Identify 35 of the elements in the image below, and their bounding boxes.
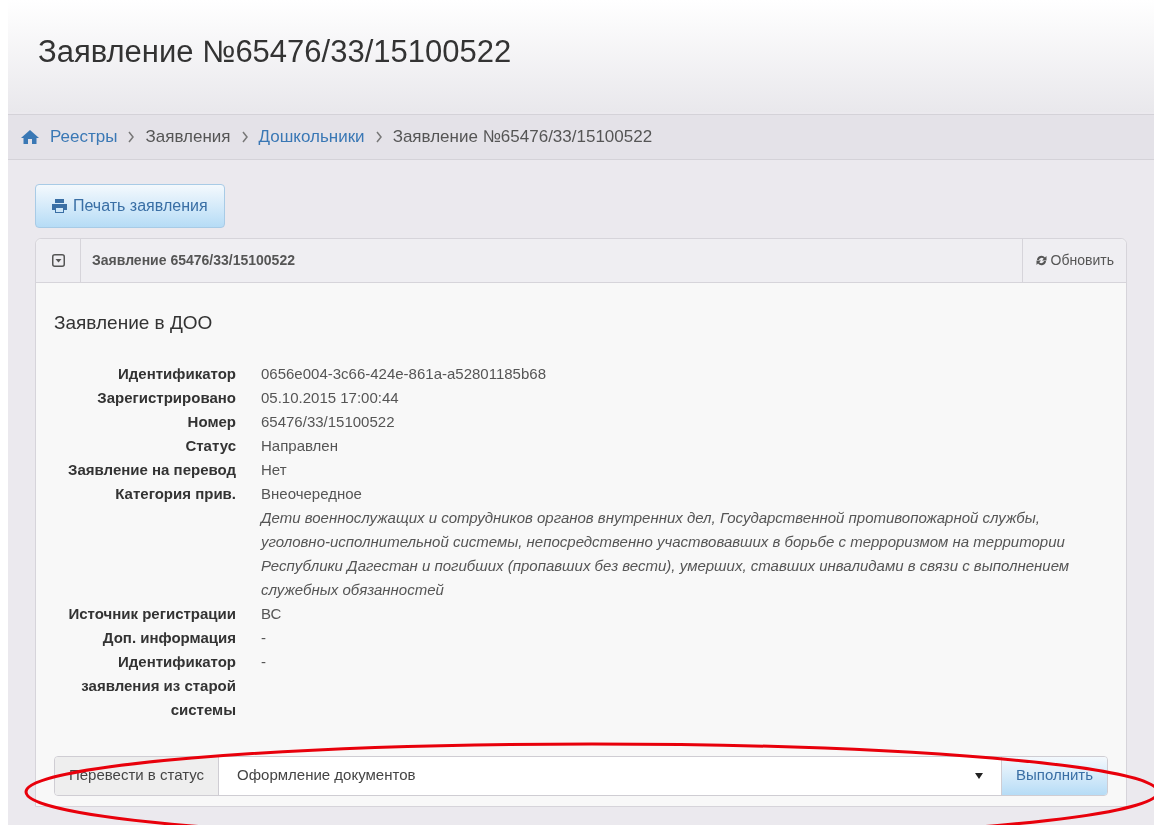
breadcrumb-link[interactable]: Дошкольники bbox=[258, 124, 365, 150]
chevron-icon bbox=[127, 131, 136, 143]
category-description: Дети военнослужащих и сотрудников органов внутренних дел, Государственной противопожарной службы, уголовно-исполнительной системы, непосредственно участвовавших в борьбе с терроризмом на территории Республики Дагестан и погибших (пропавших без вести), умерших, ставших инвалидами в связи с выполнением служебных обязанностей bbox=[261, 507, 1071, 600]
field-value: 05.10.2015 17:00:44 bbox=[261, 387, 399, 408]
section-heading: Заявление в ДОО bbox=[54, 311, 213, 335]
home-icon[interactable] bbox=[20, 129, 40, 145]
field-value: 0656e004-3c66-424e-861a-a52801185b68 bbox=[261, 363, 546, 384]
refresh-button[interactable]: Обновить bbox=[1021, 239, 1126, 282]
panel-title: Заявление 65476/33/15100522 bbox=[91, 251, 296, 270]
field-label: Зарегистрировано bbox=[96, 387, 236, 408]
field-value: 65476/33/15100522 bbox=[261, 411, 395, 432]
field-label: Категория прив. bbox=[114, 483, 236, 504]
field-value: Внеочередное bbox=[261, 483, 362, 504]
field-label: Статус bbox=[184, 435, 236, 456]
field-value: Нет bbox=[261, 459, 287, 480]
print-button[interactable]: Печать заявления bbox=[35, 184, 225, 228]
field-label: Идентификатор заявления из старой системы bbox=[80, 651, 236, 720]
chevron-icon bbox=[374, 131, 383, 143]
collapse-toggle-icon[interactable] bbox=[51, 254, 65, 267]
field-value: - bbox=[261, 651, 266, 672]
breadcrumb-link[interactable]: Реестры bbox=[50, 124, 118, 150]
field-value: ВС bbox=[261, 603, 282, 624]
field-label: Заявление на перевод bbox=[67, 459, 236, 480]
field-label: Доп. информация bbox=[101, 627, 236, 648]
printer-icon bbox=[52, 199, 67, 213]
breadcrumb-item: Заявление №65476/33/15100522 bbox=[392, 126, 653, 149]
field-label: Источник регистрации bbox=[67, 603, 236, 624]
field-value: - bbox=[261, 627, 266, 648]
field-label: Номер bbox=[186, 411, 236, 432]
page-title: Заявление №65476/33/15100522 bbox=[38, 33, 512, 71]
chevron-icon bbox=[240, 131, 249, 143]
refresh-icon bbox=[1034, 254, 1048, 267]
breadcrumb-item: Заявления bbox=[145, 126, 231, 149]
field-label: Идентификатор bbox=[117, 363, 236, 384]
field-value: Направлен bbox=[261, 435, 338, 456]
